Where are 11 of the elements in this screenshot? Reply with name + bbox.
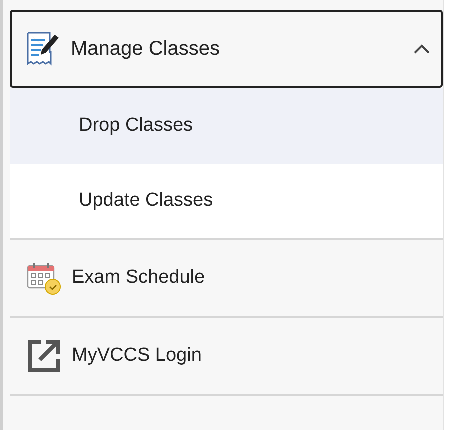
menu-item-label: Exam Schedule — [72, 267, 206, 289]
menu-header[interactable]: Manage Classes — [10, 10, 443, 88]
menu-item[interactable]: MyVCCS Login — [10, 318, 443, 396]
calendar-clock-icon — [26, 260, 62, 296]
menu-title: Manage Classes — [71, 38, 221, 60]
menu-item-label: MyVCCS Login — [72, 345, 202, 367]
submenu-item[interactable]: Update Classes — [10, 164, 443, 240]
external-link-icon — [26, 338, 62, 374]
menu-item[interactable]: Exam Schedule — [10, 240, 443, 318]
document-pen-icon — [25, 31, 61, 67]
submenu-item[interactable]: Drop Classes — [10, 88, 443, 164]
